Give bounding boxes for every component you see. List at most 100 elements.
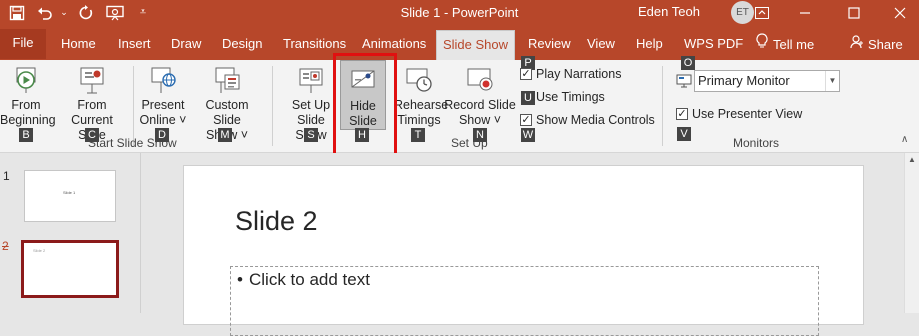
custom-slide-show-icon xyxy=(215,67,240,93)
tab-home[interactable]: Home xyxy=(57,30,100,60)
thumb-1-title: Slide 1 xyxy=(63,190,76,195)
slide-thumbnail-1[interactable]: Slide 1 xyxy=(24,170,116,222)
tell-me-box[interactable]: Tell me xyxy=(752,30,818,60)
redo-icon[interactable] xyxy=(76,2,96,23)
collapse-ribbon-icon[interactable]: ∧ xyxy=(901,134,908,145)
slide-thumbnail-pane: 1 Slide 1 2 Slide 2 xyxy=(0,153,141,313)
body-placeholder[interactable]: • Click to add text xyxy=(230,266,819,336)
present-online-label-2: Online ˅ xyxy=(139,113,187,127)
set-up-label-1: Set Up xyxy=(291,98,331,112)
customize-icon[interactable]: ⩡ xyxy=(136,2,150,23)
keytip-h: H xyxy=(355,128,369,142)
keytip-b: B xyxy=(19,128,33,142)
rehearse-label-2: Timings xyxy=(397,113,441,127)
tab-draw[interactable]: Draw xyxy=(167,30,205,60)
play-narrations-checkbox[interactable]: ✓ Play Narrations xyxy=(520,67,621,81)
monitor-icon xyxy=(676,73,692,92)
use-presenter-view-label: Use Presenter View xyxy=(692,107,803,121)
bullet-icon: • xyxy=(237,270,243,289)
play-from-start-icon xyxy=(16,67,36,93)
record-icon xyxy=(467,68,493,91)
rehearse-timings-icon xyxy=(406,68,432,92)
present-online-icon xyxy=(151,67,176,93)
tab-help[interactable]: Help xyxy=(632,30,667,60)
tab-slide-show[interactable]: Slide Show xyxy=(436,30,515,60)
play-narrations-label: Play Narrations xyxy=(536,67,622,81)
person-icon xyxy=(850,31,864,59)
keytip-o: O xyxy=(681,56,695,70)
slide[interactable]: Slide 2 • Click to add text xyxy=(183,165,864,336)
record-slide-show-button[interactable]: Record Slide Show ˅ xyxy=(444,60,516,128)
keytip-v: V xyxy=(677,127,691,141)
tab-file[interactable]: File xyxy=(0,29,46,59)
body-placeholder-text: Click to add text xyxy=(249,270,370,289)
tab-design[interactable]: Design xyxy=(218,30,266,60)
tell-me-label: Tell me xyxy=(773,37,815,52)
present-online-button[interactable]: Present Online ˅ xyxy=(138,60,188,128)
hide-slide-button[interactable]: Hide Slide xyxy=(340,60,386,130)
from-beginning-label-2: Beginning xyxy=(0,113,56,127)
ribbon-tabs: File Home Insert Draw Design Transitions… xyxy=(0,25,919,60)
ribbon-display-options-icon[interactable] xyxy=(752,2,772,23)
keytip-t: T xyxy=(411,128,425,142)
tab-view[interactable]: View xyxy=(583,30,619,60)
tab-transitions[interactable]: Transitions xyxy=(279,30,350,60)
vertical-scrollbar[interactable]: ▲ xyxy=(904,153,919,313)
group-label-monitors: Monitors xyxy=(733,136,780,150)
slide-number-2: 2 xyxy=(2,239,9,253)
from-current-label-1: From xyxy=(77,98,107,112)
keytip-w: W xyxy=(521,128,535,142)
use-presenter-view-checkbox[interactable]: ✓ Use Presenter View xyxy=(676,107,802,121)
record-label-2: Show ˅ xyxy=(458,113,502,127)
use-timings-checkbox[interactable]: ✓ Use Timings xyxy=(520,90,605,104)
from-beginning-label-1: From xyxy=(11,98,41,112)
avatar[interactable]: ET xyxy=(731,1,754,24)
checkmark-icon: ✓ xyxy=(676,108,688,120)
monitor-select[interactable]: Primary Monitor ▼ xyxy=(694,70,840,92)
save-icon[interactable] xyxy=(6,2,28,23)
show-media-controls-label: Show Media Controls xyxy=(536,113,655,127)
minimize-icon[interactable] xyxy=(795,2,815,23)
keytip-m: M xyxy=(218,128,232,142)
show-media-controls-checkbox[interactable]: ✓ Show Media Controls xyxy=(520,113,655,127)
keytip-s: S xyxy=(304,128,318,142)
separator xyxy=(133,66,134,146)
separator xyxy=(662,66,663,146)
lightbulb-icon xyxy=(756,31,768,59)
record-label-1: Record Slide xyxy=(444,98,516,112)
present-icon[interactable] xyxy=(104,2,126,23)
rehearse-timings-button[interactable]: Rehearse Timings xyxy=(394,60,448,128)
checkmark-icon: ✓ xyxy=(520,114,532,126)
close-icon[interactable] xyxy=(890,2,910,23)
slide-canvas: Slide 2 • Click to add text xyxy=(142,153,911,336)
set-up-slide-show-icon xyxy=(299,68,323,93)
tab-animations[interactable]: Animations xyxy=(358,30,430,60)
hide-slide-label-2: Slide xyxy=(349,114,377,128)
monitor-select-value: Primary Monitor xyxy=(698,73,790,88)
slide-thumbnail-2[interactable]: Slide 2 xyxy=(21,240,119,298)
custom-show-label-1: Custom Slide xyxy=(205,98,249,127)
maximize-icon[interactable] xyxy=(844,2,864,23)
from-beginning-button[interactable]: From Beginning xyxy=(0,60,56,128)
use-timings-label: Use Timings xyxy=(536,90,605,104)
group-label-start-slide-show: Start Slide Show xyxy=(88,136,177,150)
thumb-2-title: Slide 2 xyxy=(33,248,46,253)
separator xyxy=(272,66,273,146)
hide-slide-icon xyxy=(351,70,375,88)
title-bar: ⌄ ⩡ Slide 1 - PowerPoint Eden Teoh ET xyxy=(0,0,919,25)
checkmark-icon: ✓ xyxy=(520,68,532,80)
user-name[interactable]: Eden Teoh xyxy=(638,4,700,19)
ribbon-slide-show: From Beginning B From Current Slide C Pr… xyxy=(0,56,919,153)
play-from-current-icon xyxy=(80,67,104,94)
undo-dropdown-icon[interactable]: ⌄ xyxy=(58,2,70,23)
slide-title[interactable]: Slide 2 xyxy=(235,206,318,237)
share-button[interactable]: Share xyxy=(846,30,907,60)
scroll-up-icon[interactable]: ▲ xyxy=(908,155,916,164)
chevron-down-icon[interactable]: ▼ xyxy=(825,71,839,91)
slide-number-1: 1 xyxy=(3,169,10,183)
group-label-set-up: Set Up xyxy=(451,136,488,150)
undo-icon[interactable] xyxy=(34,2,56,23)
tab-insert[interactable]: Insert xyxy=(114,30,155,60)
present-online-label-1: Present xyxy=(141,98,185,112)
share-label: Share xyxy=(868,37,903,52)
